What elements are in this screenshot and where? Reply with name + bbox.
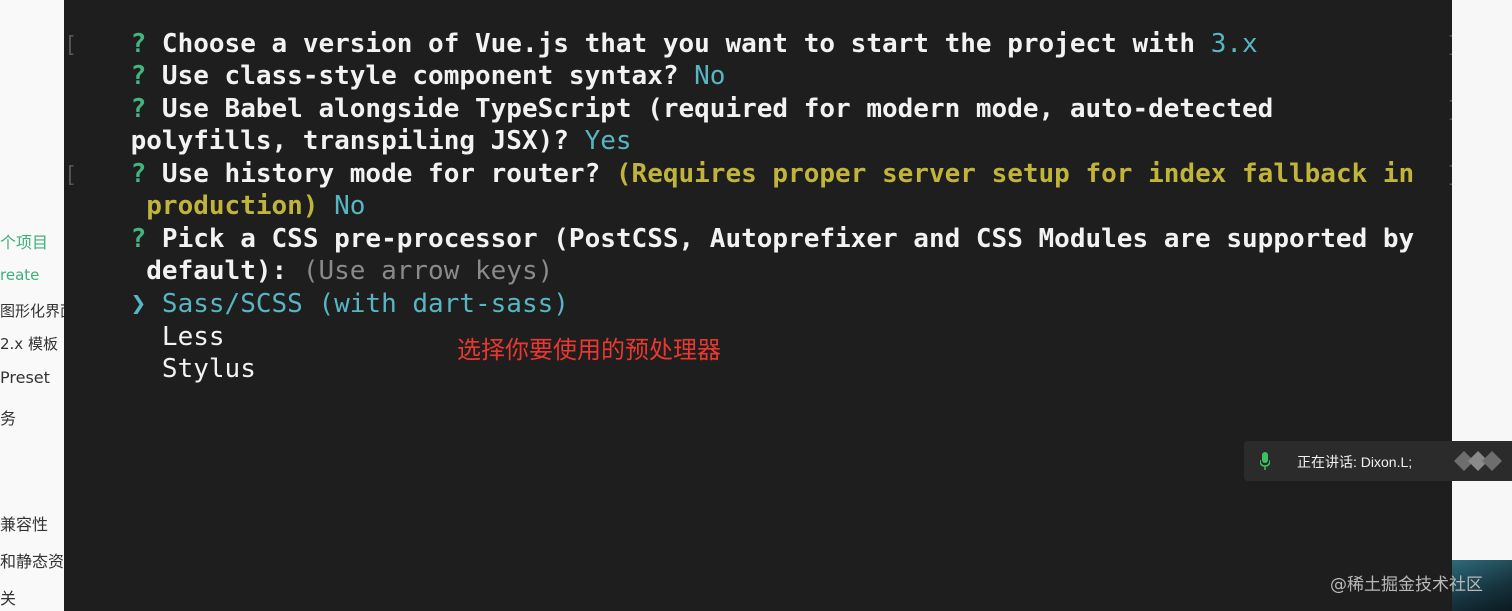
watermark: @稀土掘金技术社区 (1330, 575, 1483, 595)
option-label: Stylus (130, 354, 256, 384)
background-page (1452, 0, 1512, 611)
sidebar-item-related[interactable]: 关 (0, 585, 16, 609)
sidebar-item-service[interactable]: 务 (0, 405, 16, 429)
docs-sidebar: 个项目 reate 图形化界面 2.x 模板 Preset 务 兼容性 和静态资… (0, 0, 64, 611)
sidebar-item-create-project[interactable]: 个项目 (0, 229, 48, 253)
prompt-answer: 3.x (1210, 29, 1258, 59)
microphone-icon (1259, 452, 1271, 470)
sidebar-item-compat[interactable]: 兼容性 (0, 511, 48, 535)
sidebar-item-gui[interactable]: 图形化界面 (0, 300, 64, 321)
speaking-label: 正在讲话: Dixon.L; (1297, 454, 1413, 470)
prompt-css-preprocessor: ? Pick a CSS pre-processor (PostCSS, Aut… (68, 191, 1415, 254)
speaker-avatar-icon (1454, 449, 1504, 473)
prompt-vue-version: ? Choose a version of Vue.js that you wa… (68, 0, 1258, 59)
prompt-css-preprocessor-cont: default): (Use arrow keys) (68, 223, 553, 286)
option-stylus[interactable]: Stylus (68, 321, 256, 384)
speaking-toast: 正在讲话: Dixon.L; (1244, 441, 1512, 481)
prompt-babel-cont: polyfills, transpiling JSX)? Yes (68, 93, 632, 156)
prompt-babel: ? Use Babel alongside TypeScript (requir… (68, 61, 1274, 124)
option-less[interactable]: Less (68, 289, 225, 352)
annotation-text: 选择你要使用的预处理器 (457, 336, 721, 364)
sidebar-item-vue-create[interactable]: reate (0, 266, 39, 284)
prompt-hint: (Requires proper server setup for index … (615, 159, 1415, 189)
option-sass-selected[interactable]: ❯ Sass/SCSS (with dart-sass) (68, 256, 569, 319)
prompt-class-style: ? Use class-style component syntax? No (68, 28, 726, 91)
prompt-history-mode-cont: production) No (68, 158, 365, 221)
sidebar-item-preset[interactable]: Preset (0, 368, 50, 387)
sidebar-item-2x-template[interactable]: 2.x 模板 (0, 333, 58, 354)
terminal-window[interactable]: ? Choose a version of Vue.js that you wa… (64, 0, 1452, 611)
wrap-marker: [ (64, 33, 78, 58)
prompt-history-mode: ? Use history mode for router? (Requires… (68, 126, 1415, 189)
wrap-marker: [ (64, 163, 78, 188)
sidebar-item-static-assets[interactable]: 和静态资 (0, 548, 64, 572)
